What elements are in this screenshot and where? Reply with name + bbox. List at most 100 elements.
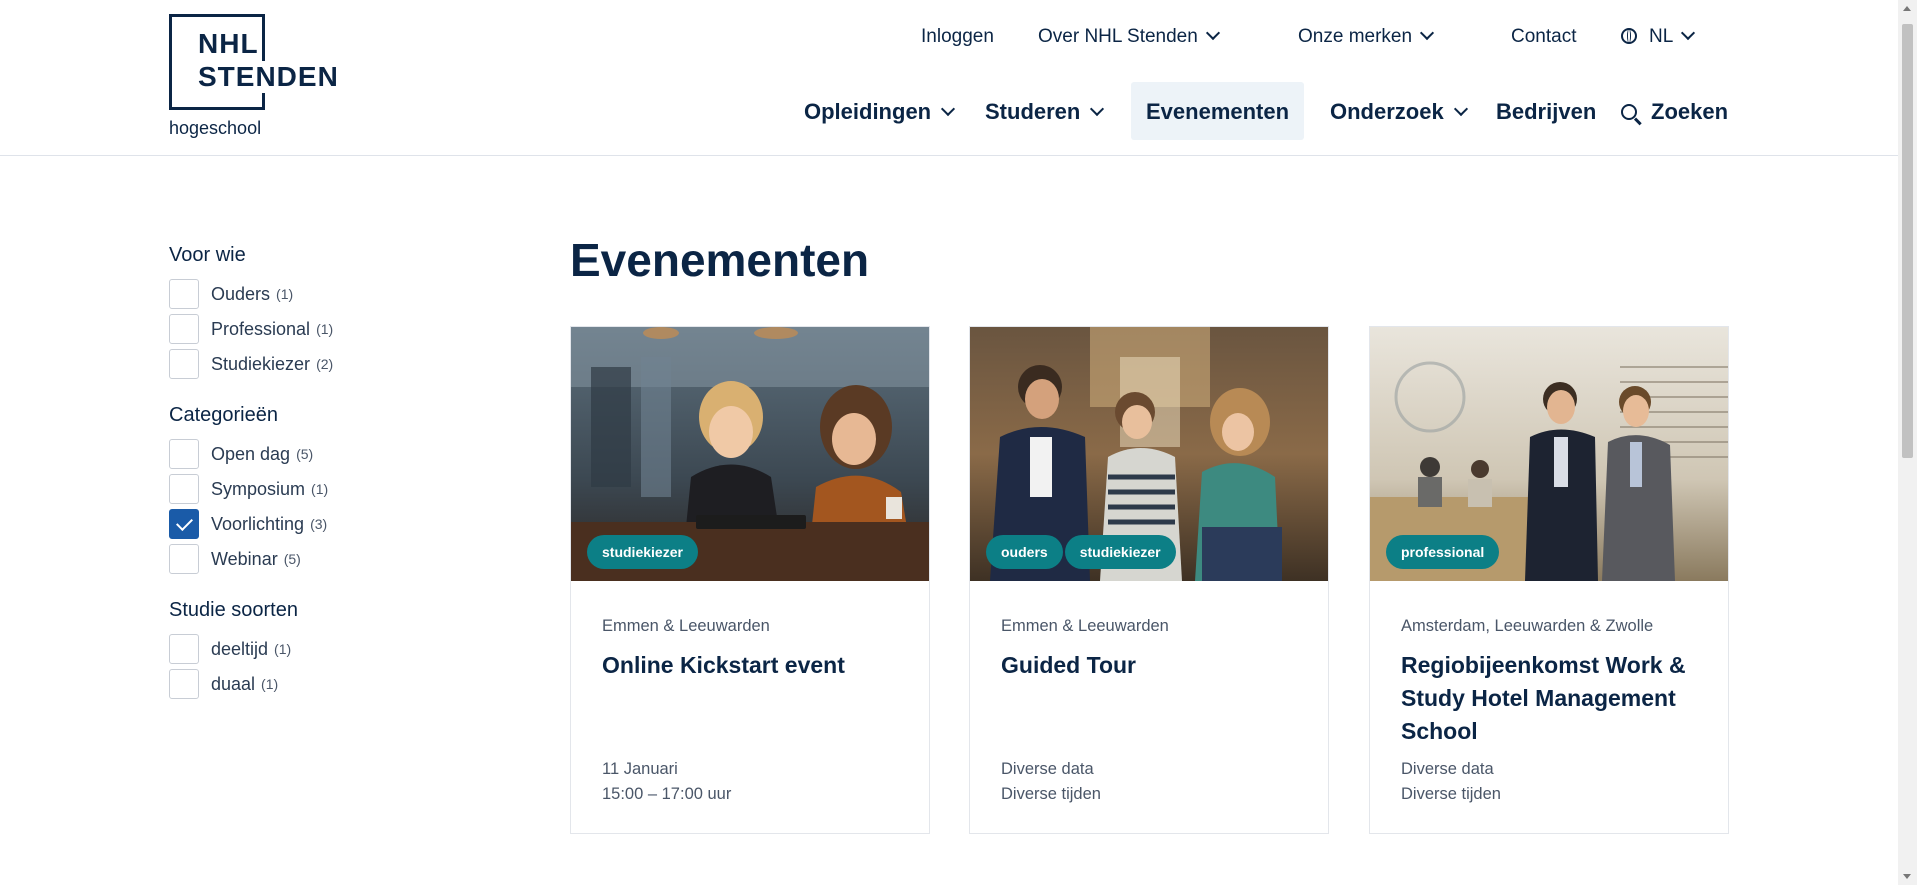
nav-evenementen[interactable]: Evenementen [1146, 97, 1289, 127]
filter-professional[interactable]: Professional (1) [169, 314, 333, 344]
tag-list: studiekiezer [587, 535, 698, 569]
filter-count: (2) [316, 356, 334, 372]
filter-label: deeltijd [211, 638, 269, 659]
page-title: Evenementen [570, 234, 870, 286]
filter-count: (5) [296, 446, 314, 462]
tag-list: professional [1386, 535, 1500, 569]
filter-count: (1) [316, 321, 334, 337]
event-date: Diverse data [1001, 760, 1094, 778]
filter-count: (5) [283, 551, 301, 567]
filter-count: (1) [276, 286, 294, 302]
event-title[interactable]: Regiobijeenkomst Work & Study Hotel Mana… [1401, 649, 1701, 748]
event-title[interactable]: Guided Tour [1001, 649, 1301, 682]
event-location: Amsterdam, Leeuwarden & Zwolle [1401, 617, 1654, 635]
language-selector[interactable]: NL [1621, 25, 1696, 50]
scroll-down-arrow-icon[interactable] [1903, 874, 1911, 879]
filter-count: (1) [311, 481, 329, 497]
tag-ouders[interactable]: ouders [986, 535, 1063, 569]
event-time: Diverse tijden [1401, 785, 1501, 803]
filter-label: Webinar [211, 548, 278, 569]
chevron-down-icon [1205, 25, 1220, 41]
filter-studiekiezer[interactable]: Studiekiezer (2) [169, 349, 333, 379]
logo-subtitle: hogeschool [169, 118, 262, 138]
scroll-up-arrow-icon[interactable] [1903, 6, 1911, 11]
event-datetime: Diverse data Diverse tijden [1401, 757, 1501, 807]
event-title[interactable]: Online Kickstart event [602, 649, 902, 682]
filter-symposium[interactable]: Symposium (1) [169, 474, 328, 504]
checkbox[interactable] [169, 544, 199, 574]
checkbox-checked[interactable] [169, 509, 199, 539]
event-time: Diverse tijden [1001, 785, 1101, 803]
nav-studeren[interactable]: Studeren [985, 97, 1105, 127]
filter-webinar[interactable]: Webinar (5) [169, 544, 301, 574]
nav-opleidingen[interactable]: Opleidingen [804, 97, 956, 127]
tag-studiekiezer[interactable]: studiekiezer [1064, 535, 1176, 569]
checkbox[interactable] [169, 314, 199, 344]
page: NHL STENDEN hogeschool Inloggen Over NHL… [0, 0, 1898, 885]
contact-link[interactable]: Contact [1511, 26, 1576, 50]
filter-label: Open dag [211, 443, 291, 464]
event-date: 11 Januari [602, 760, 678, 778]
event-location: Emmen & Leeuwarden [602, 617, 770, 635]
tag-professional[interactable]: professional [1386, 535, 1500, 569]
event-datetime: Diverse data Diverse tijden [1001, 757, 1101, 807]
brands-label: Onze merken [1298, 26, 1413, 47]
checkbox[interactable] [169, 349, 199, 379]
filter-label: Symposium [211, 478, 306, 499]
language-label: NL [1649, 26, 1674, 47]
site-header: NHL STENDEN hogeschool Inloggen Over NHL… [0, 0, 1898, 156]
event-card[interactable]: studiekiezer Emmen & Leeuwarden Online K… [570, 326, 930, 834]
checkbox[interactable] [169, 634, 199, 664]
globe-icon [1621, 28, 1637, 44]
filter-voorlichting[interactable]: Voorlichting (3) [169, 509, 327, 539]
brands-menu[interactable]: Onze merken [1298, 25, 1435, 50]
event-date: Diverse data [1401, 760, 1494, 778]
filter-count: (1) [261, 676, 279, 692]
about-menu[interactable]: Over NHL Stenden [1038, 25, 1220, 50]
search-button[interactable]: Zoeken [1621, 97, 1728, 127]
scroll-thumb[interactable] [1902, 24, 1913, 458]
filter-title-studie-soorten: Studie soorten [169, 599, 298, 621]
nav-label: Opleidingen [804, 99, 932, 124]
login-link[interactable]: Inloggen [921, 26, 994, 50]
nav-label: Bedrijven [1496, 99, 1597, 124]
logo-text-line2: STENDEN [195, 61, 342, 93]
filter-deeltijd[interactable]: deeltijd (1) [169, 634, 291, 664]
about-label: Over NHL Stenden [1038, 26, 1198, 47]
checkbox[interactable] [169, 439, 199, 469]
logo-text-line1: NHL [195, 28, 262, 60]
nav-bedrijven[interactable]: Bedrijven [1496, 97, 1596, 127]
filter-ouders[interactable]: Ouders (1) [169, 279, 293, 309]
filter-duaal[interactable]: duaal (1) [169, 669, 278, 699]
filter-label: duaal [211, 673, 256, 694]
chevron-down-icon [1453, 101, 1468, 117]
filter-label: Professional [211, 318, 311, 339]
event-card[interactable]: ouders studiekiezer Emmen & Leeuwarden G… [969, 326, 1329, 834]
login-label: Inloggen [921, 26, 994, 47]
nav-label: Evenementen [1146, 99, 1290, 124]
checkbox[interactable] [169, 279, 199, 309]
contact-label: Contact [1511, 26, 1577, 47]
filter-label: Ouders [211, 283, 271, 304]
tag-studiekiezer[interactable]: studiekiezer [587, 535, 698, 569]
event-card[interactable]: professional Amsterdam, Leeuwarden & Zwo… [1369, 326, 1729, 834]
page-scrollbar[interactable] [1898, 0, 1917, 885]
search-label: Zoeken [1651, 99, 1729, 124]
filter-title-categorieen: Categorieën [169, 404, 278, 426]
checkbox[interactable] [169, 474, 199, 504]
event-datetime: 11 Januari 15:00 – 17:00 uur [602, 757, 731, 807]
event-location: Emmen & Leeuwarden [1001, 617, 1169, 635]
filter-count: (3) [310, 516, 328, 532]
chevron-down-icon [1681, 25, 1696, 41]
event-time: 15:00 – 17:00 uur [602, 785, 732, 803]
filter-open-dag[interactable]: Open dag (5) [169, 439, 313, 469]
search-icon [1621, 104, 1637, 120]
checkbox[interactable] [169, 669, 199, 699]
filter-label: Voorlichting [211, 513, 305, 534]
filter-count: (1) [274, 641, 292, 657]
nav-onderzoek[interactable]: Onderzoek [1330, 97, 1468, 127]
filter-title-voor-wie: Voor wie [169, 244, 246, 266]
filter-label: Studiekiezer [211, 353, 311, 374]
chevron-down-icon [941, 101, 956, 117]
tag-list: ouders studiekiezer [986, 535, 1176, 569]
